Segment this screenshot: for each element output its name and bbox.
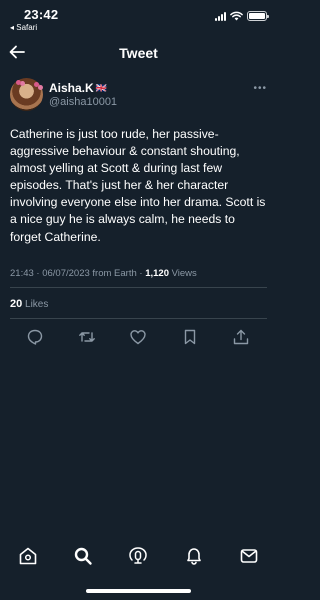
tweet-header: Tweet: [0, 36, 277, 70]
home-icon[interactable]: [18, 546, 38, 566]
author-name[interactable]: Aisha.K 🇬🇧: [49, 81, 107, 95]
tweet-meta: 21:43 · 06/07/2023 from Earth · 1,120 Vi…: [10, 268, 197, 279]
retweet-icon[interactable]: [78, 328, 96, 346]
more-options-icon[interactable]: •••: [253, 83, 267, 94]
notifications-icon[interactable]: [184, 546, 204, 566]
signal-icon: [215, 11, 226, 21]
likes-label: Likes: [22, 299, 49, 310]
like-icon[interactable]: [129, 328, 147, 346]
bottom-tab-bar: [0, 546, 277, 570]
tweet-text: Catherine is just too rude, her passive-…: [10, 127, 266, 244]
share-icon[interactable]: [232, 328, 250, 346]
likes-count: 20: [10, 298, 23, 310]
page-title: Tweet: [119, 45, 158, 61]
tweet-actions: [0, 328, 277, 348]
views-count: 1,120: [145, 268, 169, 279]
tweet-timestamp: 21:43 · 06/07/2023 from Earth ·: [10, 268, 146, 279]
avatar[interactable]: [10, 78, 43, 111]
messages-icon[interactable]: [239, 546, 259, 566]
status-bar: 23:42 ◂ Safari: [0, 0, 277, 36]
tweet-author: Aisha.K 🇬🇧 @aisha10001 •••: [10, 78, 267, 114]
search-icon[interactable]: [73, 546, 93, 566]
views-label: Views: [168, 268, 197, 279]
divider: [10, 287, 267, 288]
divider: [10, 318, 267, 319]
reply-icon[interactable]: [26, 328, 44, 346]
back-to-app-link[interactable]: ◂ Safari: [10, 23, 37, 32]
author-name-text: Aisha.K: [49, 81, 94, 95]
battery-icon: [247, 11, 269, 21]
status-time: 23:42: [24, 7, 59, 22]
author-handle[interactable]: @aisha10001: [49, 96, 117, 108]
bookmark-icon[interactable]: [181, 328, 199, 346]
spaces-icon[interactable]: [128, 546, 148, 566]
wifi-icon: [230, 11, 243, 21]
likes-stat[interactable]: 20 Likes: [10, 298, 48, 310]
status-icons: [215, 11, 269, 21]
home-indicator[interactable]: [86, 589, 191, 593]
uk-flag-emoji: 🇬🇧: [95, 83, 107, 93]
